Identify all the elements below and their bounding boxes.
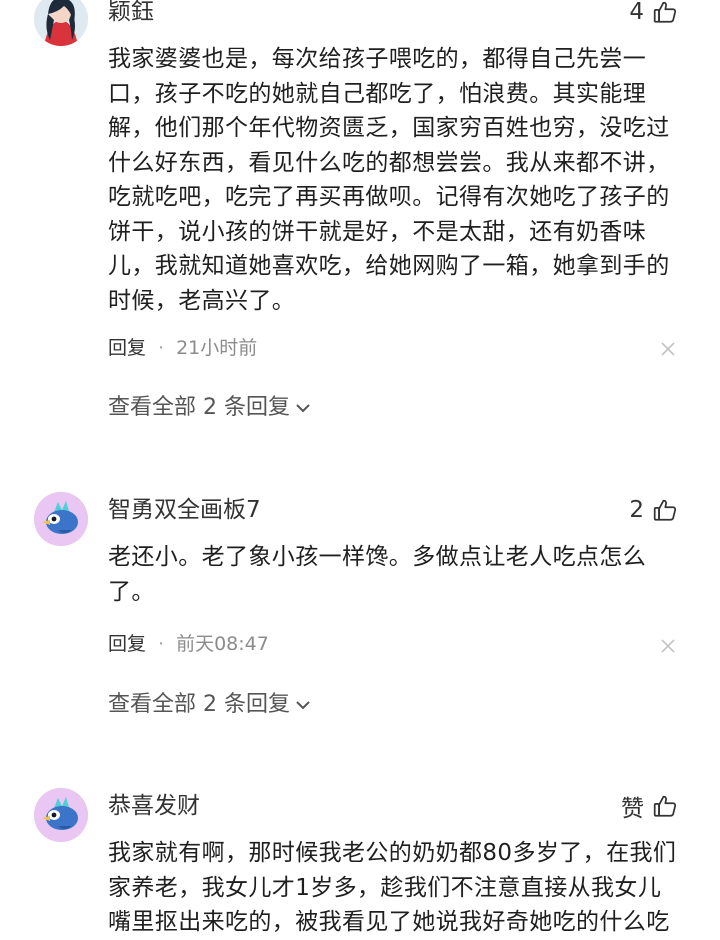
separator-dot: · [158, 337, 165, 359]
thumbs-up-icon [653, 499, 677, 521]
like-count: 赞 [621, 796, 644, 822]
thumbs-up-icon [653, 795, 677, 817]
view-all-replies-link[interactable]: 查看全部 2 条回复 [108, 690, 312, 720]
close-icon[interactable] [660, 341, 676, 357]
comment-meta: 回复 · 21小时前 [108, 335, 257, 361]
reply-button[interactable]: 回复 [108, 631, 146, 657]
comment-meta: 回复 · 前天08:47 [108, 631, 269, 657]
reply-button[interactable]: 回复 [108, 335, 146, 361]
username[interactable]: 颖鈺 [108, 0, 154, 27]
timestamp: 前天08:47 [176, 633, 269, 655]
user-avatar[interactable] [34, 492, 88, 546]
like-count: 4 [629, 0, 644, 25]
chevron-down-icon [296, 404, 310, 413]
chevron-down-icon [296, 701, 310, 710]
user-avatar[interactable] [34, 0, 88, 46]
timestamp: 21小时前 [176, 337, 258, 359]
like-button[interactable]: 赞 [621, 791, 678, 822]
view-replies-label: 查看全部 2 条回复 [108, 692, 290, 717]
user-avatar[interactable] [34, 788, 88, 842]
username[interactable]: 恭喜发财 [108, 791, 200, 821]
close-icon[interactable] [660, 638, 676, 654]
like-button[interactable]: 4 [629, 0, 678, 27]
like-count: 2 [629, 497, 644, 523]
view-all-replies-link[interactable]: 查看全部 2 条回复 [108, 393, 312, 423]
view-replies-label: 查看全部 2 条回复 [108, 395, 290, 420]
thumbs-up-icon [653, 1, 677, 23]
like-button[interactable]: 2 [629, 495, 678, 525]
comment-text: 我家婆婆也是，每次给孩子喂吃的，都得自己先尝一 口，孩子不吃的她就自己都吃了，怕… [108, 46, 670, 314]
separator-dot: · [158, 633, 165, 655]
username[interactable]: 智勇双全画板7 [108, 495, 261, 525]
comment-text: 我家就有啊，那时候我老公的奶奶都80多岁了，在我们 家养老，我女儿才1岁多，趁我… [108, 840, 677, 935]
comment-text: 老还小。老了象小孩一样馋。多做点让老人吃点怎么 了。 [108, 544, 647, 605]
